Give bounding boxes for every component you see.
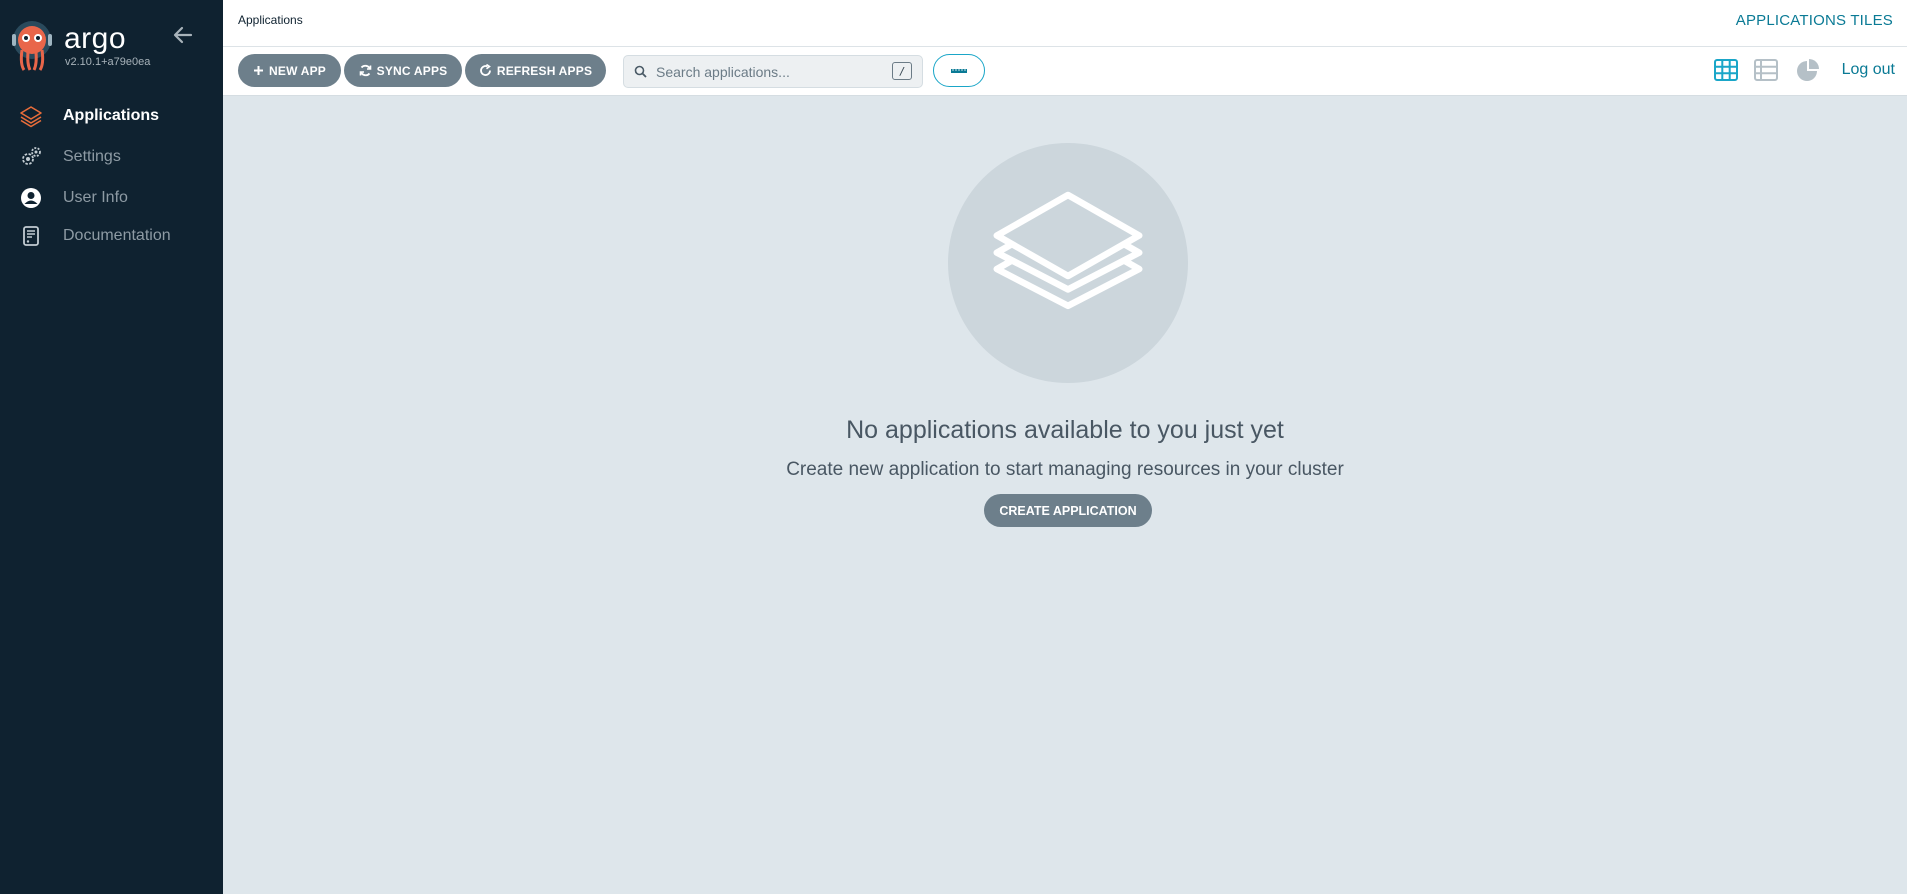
sync-icon [359, 64, 371, 77]
search-box: / [623, 55, 923, 88]
arrow-left-icon [173, 26, 193, 44]
layers-icon [19, 104, 43, 128]
sync-apps-label: SYNC APPS [376, 63, 448, 78]
book-icon [19, 224, 43, 248]
refresh-apps-label: REFRESH APPS [496, 63, 593, 78]
sidebar-item-documentation[interactable]: Documentation [0, 219, 223, 253]
sidebar: argo v2.10.1+a79e0ea Applications Settin… [0, 0, 223, 894]
search-icon [634, 65, 647, 78]
list-view-icon[interactable] [1753, 57, 1779, 83]
breadcrumb[interactable]: Applications [238, 13, 303, 27]
new-app-label: NEW APP [269, 63, 326, 78]
layers-icon [993, 191, 1143, 310]
sidebar-item-label: Settings [63, 148, 121, 165]
page-title: APPLICATIONS TILES [1735, 12, 1893, 29]
brand-name: argo [64, 22, 127, 55]
tiles-view-icon[interactable] [1713, 57, 1739, 83]
version-label: v2.10.1+a79e0ea [65, 56, 151, 68]
sync-apps-button[interactable]: SYNC APPS [344, 54, 462, 87]
empty-state-subtitle: Create new application to start managing… [786, 459, 1344, 480]
gears-icon [19, 145, 43, 169]
sidebar-item-label: User Info [63, 189, 128, 206]
search-input[interactable] [654, 62, 878, 82]
toolbar: NEW APP SYNC APPS REFRESH APPS / [223, 47, 1907, 96]
sidebar-item-label: Documentation [63, 227, 171, 244]
refresh-icon [480, 64, 491, 76]
new-app-button[interactable]: NEW APP [238, 54, 341, 87]
user-circle-icon [19, 186, 43, 210]
plus-icon [254, 66, 264, 75]
sidebar-item-settings[interactable]: Settings [0, 140, 223, 174]
empty-state-illustration [948, 143, 1188, 383]
empty-state-title: No applications available to you just ye… [846, 416, 1284, 444]
search-shortcut-hint: / [892, 62, 912, 80]
collapse-sidebar-button[interactable] [172, 24, 194, 46]
create-application-button[interactable]: CREATE APPLICATION [984, 494, 1152, 527]
refresh-apps-button[interactable]: REFRESH APPS [465, 54, 606, 87]
filter-icon [951, 68, 967, 73]
logout-link[interactable]: Log out [1842, 61, 1895, 79]
sidebar-item-user-info[interactable]: User Info [0, 181, 223, 215]
sidebar-item-applications[interactable]: Applications [0, 99, 223, 133]
summary-view-pie-icon[interactable] [1795, 57, 1821, 83]
top-bar: Applications APPLICATIONS TILES [223, 0, 1907, 47]
filter-toggle-button[interactable] [933, 54, 985, 87]
argo-logo[interactable] [12, 20, 52, 72]
sidebar-item-label: Applications [63, 107, 160, 124]
